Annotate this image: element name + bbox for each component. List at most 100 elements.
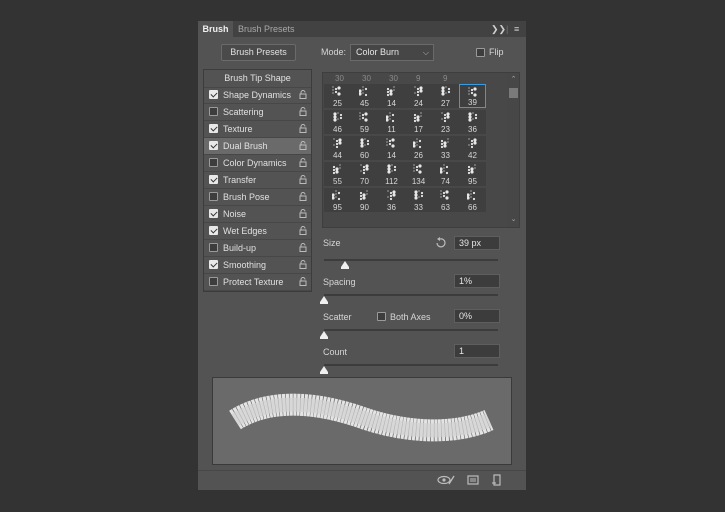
brush-presets-button[interactable]: Brush Presets	[221, 44, 296, 61]
option-checkbox[interactable]	[209, 124, 218, 133]
option-checkbox[interactable]	[209, 107, 218, 116]
option-scattering[interactable]: Scattering	[204, 104, 311, 121]
brush-tip-cell[interactable]: 39	[459, 84, 486, 108]
brush-tip-cell[interactable]: 66	[459, 188, 486, 212]
hamburger-menu-icon[interactable]: ≡	[514, 21, 519, 37]
lock-icon[interactable]	[299, 141, 307, 150]
tab-brush[interactable]: Brush	[198, 21, 233, 37]
brush-tip-cell[interactable]: 36	[459, 110, 486, 134]
option-texture[interactable]: Texture	[204, 121, 311, 138]
scatter-field[interactable]: 0%	[454, 309, 500, 323]
brush-tip-cell[interactable]: 24	[405, 84, 432, 108]
option-dual-brush[interactable]: Dual Brush	[204, 138, 311, 155]
brush-tip-cell[interactable]: 59	[351, 110, 378, 134]
scroll-up-icon[interactable]: ⌃	[509, 75, 518, 83]
tab-brush-presets[interactable]: Brush Presets	[238, 21, 295, 37]
double-chevron-right-icon[interactable]: ❯❯	[491, 21, 506, 37]
lock-icon[interactable]	[299, 175, 307, 184]
brush-tip-size: 33	[414, 203, 423, 212]
brush-tip-shape-item[interactable]: Brush Tip Shape	[204, 70, 311, 88]
option-build-up[interactable]: Build-up	[204, 240, 311, 257]
mode-select[interactable]: Color Burn ⌵	[350, 44, 434, 61]
grid-scrollbar[interactable]: ⌃ ⌄	[507, 73, 519, 227]
option-transfer[interactable]: Transfer	[204, 172, 311, 189]
flip-checkbox[interactable]	[476, 48, 485, 57]
brush-tip-cell[interactable]: 95	[459, 162, 486, 186]
option-checkbox[interactable]	[209, 90, 218, 99]
brush-tip-cell[interactable]: 27	[432, 84, 459, 108]
lock-icon[interactable]	[299, 260, 307, 269]
scatter-slider-thumb[interactable]	[320, 331, 328, 339]
brush-tip-cell[interactable]: 95	[324, 188, 351, 212]
spacing-slider-thumb[interactable]	[320, 296, 328, 304]
option-checkbox[interactable]	[209, 243, 218, 252]
brush-tip-cell[interactable]: 26	[405, 136, 432, 160]
lock-icon[interactable]	[299, 124, 307, 133]
brush-tip-cell[interactable]: 134	[405, 162, 432, 186]
spacing-slider-track[interactable]	[324, 294, 498, 296]
option-label: Protect Texture	[223, 277, 284, 287]
option-noise[interactable]: Noise	[204, 206, 311, 223]
brush-tip-cell[interactable]: 60	[351, 136, 378, 160]
eye-brush-icon[interactable]	[437, 474, 455, 486]
brush-tip-cell[interactable]: 11	[378, 110, 405, 134]
option-checkbox[interactable]	[209, 158, 218, 167]
brush-tip-cell[interactable]: 17	[405, 110, 432, 134]
option-shape-dynamics[interactable]: Shape Dynamics	[204, 87, 311, 104]
brush-tip-cell[interactable]: 14	[378, 136, 405, 160]
lock-icon[interactable]	[299, 158, 307, 167]
reset-size-icon[interactable]	[435, 237, 446, 248]
option-brush-pose[interactable]: Brush Pose	[204, 189, 311, 206]
brush-tip-cell[interactable]: 36	[378, 188, 405, 212]
size-slider-thumb[interactable]	[340, 261, 349, 269]
brush-tip-cell[interactable]: 33	[405, 188, 432, 212]
size-slider-track[interactable]	[324, 259, 498, 261]
option-wet-edges[interactable]: Wet Edges	[204, 223, 311, 240]
brush-tip-cell[interactable]: 112	[378, 162, 405, 186]
option-checkbox[interactable]	[209, 277, 218, 286]
option-checkbox[interactable]	[209, 141, 218, 150]
brush-tip-cell[interactable]: 25	[324, 84, 351, 108]
scroll-thumb[interactable]	[509, 88, 518, 98]
lock-icon[interactable]	[299, 107, 307, 116]
brush-tip-cell[interactable]: 45	[351, 84, 378, 108]
count-field[interactable]: 1	[454, 344, 500, 358]
option-checkbox[interactable]	[209, 192, 218, 201]
count-slider-thumb[interactable]	[320, 366, 328, 374]
lock-icon[interactable]	[299, 192, 307, 201]
brush-tip-cell[interactable]: 14	[378, 84, 405, 108]
brush-tip-cell[interactable]: 23	[432, 110, 459, 134]
lock-icon[interactable]	[299, 226, 307, 235]
brush-tip-cell[interactable]: 55	[324, 162, 351, 186]
brush-tip-cell[interactable]: 33	[432, 136, 459, 160]
brush-tip-cell[interactable]: 90	[351, 188, 378, 212]
size-field[interactable]: 39 px	[454, 236, 500, 250]
option-checkbox[interactable]	[209, 226, 218, 235]
lock-icon[interactable]	[299, 243, 307, 252]
brush-tip-cell[interactable]: 42	[459, 136, 486, 160]
option-checkbox[interactable]	[209, 260, 218, 269]
lock-icon[interactable]	[299, 277, 307, 286]
lock-icon[interactable]	[299, 90, 307, 99]
brush-tip-cell[interactable]: 63	[432, 188, 459, 212]
brush-tip-cell[interactable]: 74	[432, 162, 459, 186]
spacing-field[interactable]: 1%	[454, 274, 500, 288]
option-checkbox[interactable]	[209, 175, 218, 184]
option-protect-texture[interactable]: Protect Texture	[204, 274, 311, 291]
option-checkbox[interactable]	[209, 209, 218, 218]
scatter-slider-track[interactable]	[324, 329, 498, 331]
brush-tip-cell[interactable]: 46	[324, 110, 351, 134]
lock-icon[interactable]	[299, 209, 307, 218]
count-slider-track[interactable]	[324, 364, 498, 366]
grid-panel-icon[interactable]	[467, 474, 479, 486]
brush-tip-cell[interactable]: 44	[324, 136, 351, 160]
scroll-down-icon[interactable]: ⌄	[509, 215, 518, 223]
brush-tip-cell[interactable]: 70	[351, 162, 378, 186]
brush-tip-icon	[441, 86, 451, 96]
brush-tip-icon	[468, 138, 477, 149]
flip-label: Flip	[489, 47, 504, 57]
new-brush-icon[interactable]	[491, 474, 503, 486]
option-color-dynamics[interactable]: Color Dynamics	[204, 155, 311, 172]
option-smoothing[interactable]: Smoothing	[204, 257, 311, 274]
both-axes-checkbox[interactable]	[377, 312, 386, 321]
